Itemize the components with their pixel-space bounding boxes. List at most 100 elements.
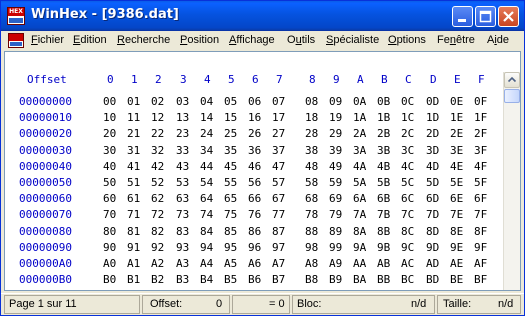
hex-byte[interactable]: 3B [377,144,390,158]
row-offset[interactable]: 00000020 [19,127,72,141]
hex-byte[interactable]: 82 [151,225,164,239]
hex-byte[interactable]: 78 [305,208,318,222]
hex-byte[interactable]: 7C [401,208,414,222]
hex-byte[interactable]: B4 [200,273,213,287]
hex-byte[interactable]: 17 [272,111,285,125]
hex-byte[interactable]: 81 [127,225,140,239]
hex-byte[interactable]: 43 [176,160,189,174]
hex-byte[interactable]: 2F [474,127,487,141]
hex-byte[interactable]: 66 [248,192,261,206]
hex-byte[interactable]: AD [426,257,439,271]
hex-byte[interactable]: 51 [127,176,140,190]
hex-byte[interactable]: BE [450,273,463,287]
vertical-scrollbar[interactable] [503,72,520,290]
hex-byte[interactable]: 89 [329,225,342,239]
hex-byte[interactable]: 45 [224,160,237,174]
hex-byte[interactable]: 47 [272,160,285,174]
hex-byte[interactable]: 52 [151,176,164,190]
hex-byte[interactable]: 95 [224,241,237,255]
hex-byte[interactable]: 18 [305,111,318,125]
hex-byte[interactable]: 42 [151,160,164,174]
hex-byte[interactable]: B2 [151,273,164,287]
hex-byte[interactable]: 4C [401,160,414,174]
hex-byte[interactable]: 30 [103,144,116,158]
hex-byte[interactable]: 28 [305,127,318,141]
hex-byte[interactable]: 57 [272,176,285,190]
hex-byte[interactable]: 1D [426,111,439,125]
hex-byte[interactable]: 1E [450,111,463,125]
hex-byte[interactable]: B9 [329,273,342,287]
hex-byte[interactable]: 24 [200,127,213,141]
hex-byte[interactable]: 75 [224,208,237,222]
hex-byte[interactable]: 10 [103,111,116,125]
hex-byte[interactable]: A0 [103,257,116,271]
hex-byte[interactable]: 04 [200,95,213,109]
row-offset[interactable]: 00000010 [19,111,72,125]
hex-byte[interactable]: 4A [353,160,366,174]
hex-byte[interactable]: 40 [103,160,116,174]
menu-5[interactable]: Outils [287,34,315,46]
hex-byte[interactable]: 22 [151,127,164,141]
hex-byte[interactable]: 1B [377,111,390,125]
hex-byte[interactable]: 31 [127,144,140,158]
hex-byte[interactable]: 8C [401,225,414,239]
hex-byte[interactable]: 54 [200,176,213,190]
hex-byte[interactable]: 1F [474,111,487,125]
hex-byte[interactable]: 86 [248,225,261,239]
row-offset[interactable]: 00000090 [19,241,72,255]
hex-byte[interactable]: 6E [450,192,463,206]
hex-byte[interactable]: 33 [176,144,189,158]
hex-byte[interactable]: 2B [377,127,390,141]
hex-byte[interactable]: 99 [329,241,342,255]
hex-byte[interactable]: 6F [474,192,487,206]
hex-byte[interactable]: 13 [176,111,189,125]
hex-byte[interactable]: 8B [377,225,390,239]
hex-byte[interactable]: 2A [353,127,366,141]
hex-byte[interactable]: 59 [329,176,342,190]
hex-byte[interactable]: B7 [272,273,285,287]
hex-byte[interactable]: 77 [272,208,285,222]
hex-byte[interactable]: 44 [200,160,213,174]
hex-byte[interactable]: 7B [377,208,390,222]
hex-byte[interactable]: 06 [248,95,261,109]
hex-byte[interactable]: 00 [103,95,116,109]
maximize-button[interactable] [475,6,496,27]
hex-byte[interactable]: 23 [176,127,189,141]
hex-byte[interactable]: B3 [176,273,189,287]
hex-byte[interactable]: 60 [103,192,116,206]
hex-byte[interactable]: 3E [450,144,463,158]
hex-byte[interactable]: 2C [401,127,414,141]
hex-byte[interactable]: 87 [272,225,285,239]
hex-byte[interactable]: 98 [305,241,318,255]
hex-byte[interactable]: 01 [127,95,140,109]
hex-byte[interactable]: 11 [127,111,140,125]
hex-byte[interactable]: 0E [450,95,463,109]
menu-2[interactable]: Recherche [117,34,170,46]
hex-byte[interactable]: B6 [248,273,261,287]
hex-byte[interactable]: A1 [127,257,140,271]
hex-byte[interactable]: 5B [377,176,390,190]
hex-byte[interactable]: 6A [353,192,366,206]
hex-byte[interactable]: 0B [377,95,390,109]
hex-byte[interactable]: 3C [401,144,414,158]
hex-byte[interactable]: 58 [305,176,318,190]
offset-header[interactable]: Offset [27,73,67,87]
hex-byte[interactable]: 05 [224,95,237,109]
hex-byte[interactable]: 9C [401,241,414,255]
hex-byte[interactable]: 76 [248,208,261,222]
menu-3[interactable]: Position [180,34,219,46]
menu-0[interactable]: Fichier [31,34,64,46]
hex-byte[interactable]: 41 [127,160,140,174]
hex-byte[interactable]: 6C [401,192,414,206]
row-offset[interactable]: 00000000 [19,95,72,109]
hex-byte[interactable]: 21 [127,127,140,141]
hex-byte[interactable]: 90 [103,241,116,255]
hex-byte[interactable]: AA [353,257,366,271]
hex-byte[interactable]: B8 [305,273,318,287]
hex-byte[interactable]: 9B [377,241,390,255]
status-size-panel[interactable]: Taille: n/d [437,295,521,314]
hex-byte[interactable]: AC [401,257,414,271]
hex-byte[interactable]: 2D [426,127,439,141]
hex-byte[interactable]: 38 [305,144,318,158]
hex-byte[interactable]: 0A [353,95,366,109]
